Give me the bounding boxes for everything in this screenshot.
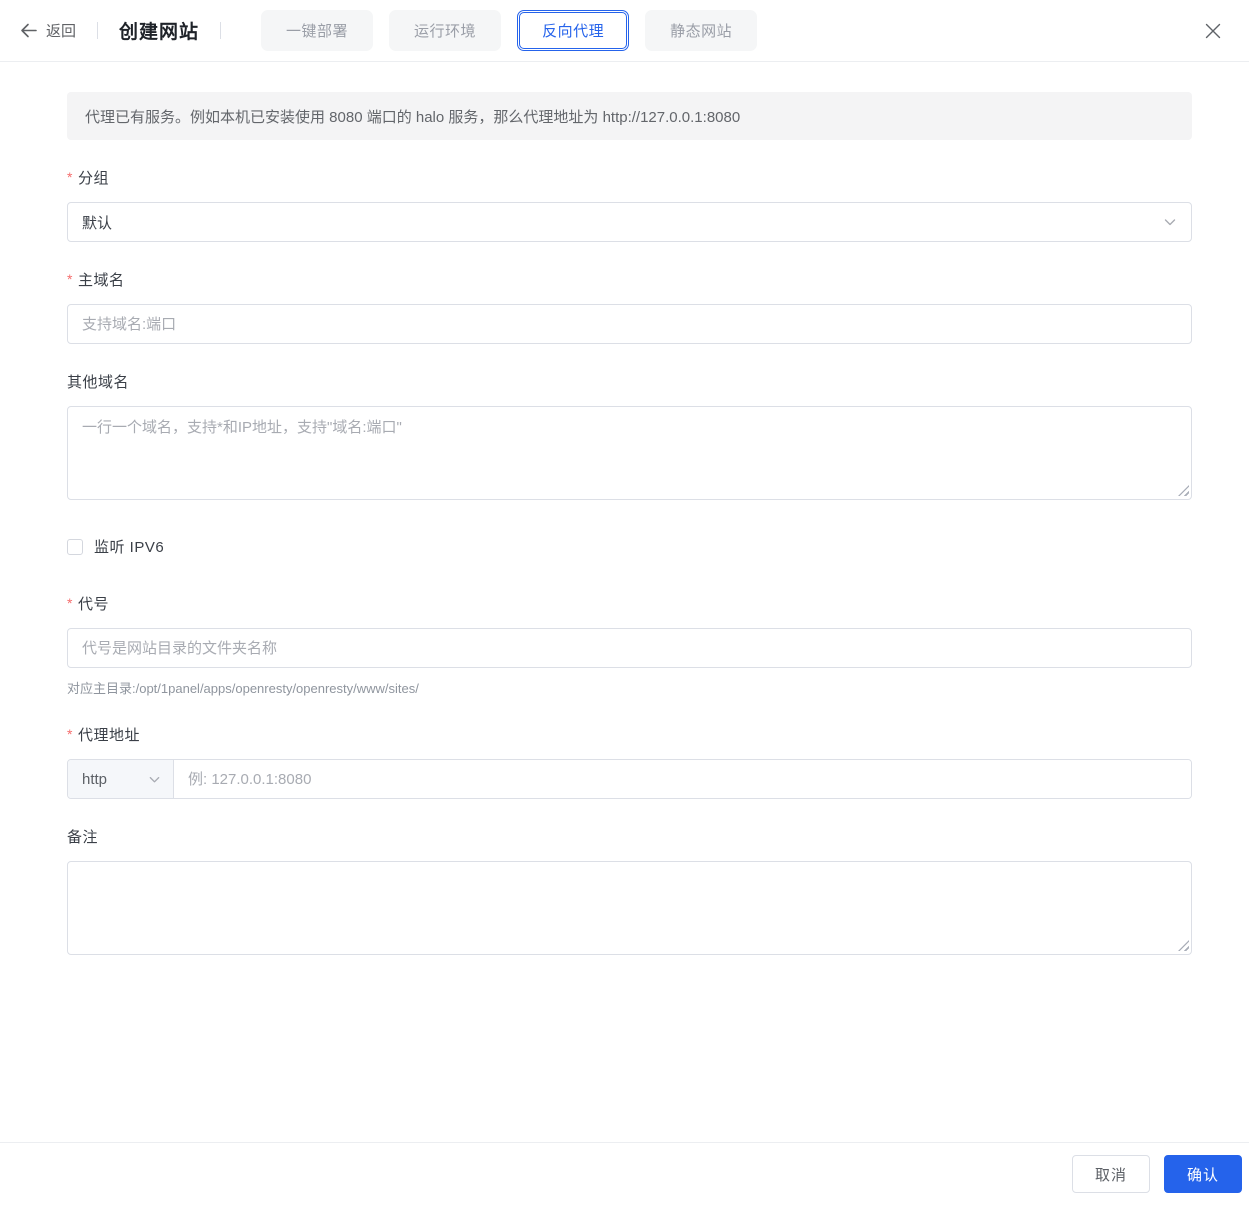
protocol-select-value: http bbox=[82, 770, 108, 788]
page-title: 创建网站 bbox=[119, 22, 200, 43]
field-remark: 备注 bbox=[67, 826, 1192, 955]
alias-label: * 代号 bbox=[67, 594, 109, 614]
header-divider bbox=[97, 22, 99, 39]
field-alias: * 代号 对应主目录:/opt/1panel/apps/openresty/op… bbox=[67, 593, 1192, 697]
field-primary-domain: * 主域名 bbox=[67, 269, 1192, 344]
header: 返回 创建网站 一键部署 运行环境 反向代理 静态网站 bbox=[0, 0, 1249, 62]
primary-domain-input[interactable] bbox=[82, 305, 1177, 343]
other-domains-control bbox=[67, 406, 1192, 500]
protocol-select[interactable]: http bbox=[68, 760, 174, 798]
required-asterisk: * bbox=[67, 270, 73, 287]
tab-one-click-deploy[interactable]: 一键部署 bbox=[261, 10, 374, 51]
proxy-address-label: * 代理地址 bbox=[67, 725, 140, 745]
cancel-button[interactable]: 取消 bbox=[1071, 1155, 1150, 1193]
proxy-address-control: http bbox=[67, 759, 1192, 799]
field-other-domains: 其他域名 bbox=[67, 371, 1192, 500]
close-icon[interactable] bbox=[1199, 17, 1227, 45]
remark-textarea[interactable] bbox=[67, 861, 1192, 955]
field-group: * 分组 默认 bbox=[67, 167, 1192, 242]
remark-label: 备注 bbox=[67, 829, 99, 846]
group-select-value: 默认 bbox=[82, 214, 113, 232]
create-website-form: 代理已有服务。例如本机已安装使用 8080 端口的 halo 服务，那么代理地址… bbox=[0, 62, 1249, 1142]
tab-static-website[interactable]: 静态网站 bbox=[645, 10, 758, 51]
chevron-down-icon bbox=[1163, 215, 1177, 229]
ipv6-checkbox[interactable] bbox=[67, 538, 83, 555]
ipv6-checkbox-label: 监听 IPV6 bbox=[94, 539, 165, 556]
header-divider bbox=[220, 22, 222, 39]
tab-reverse-proxy[interactable]: 反向代理 bbox=[517, 10, 630, 51]
create-mode-tabs: 一键部署 运行环境 反向代理 静态网站 bbox=[261, 10, 758, 51]
primary-domain-control bbox=[67, 304, 1192, 344]
back-button[interactable]: 返回 bbox=[20, 20, 76, 41]
confirm-button[interactable]: 确认 bbox=[1163, 1155, 1242, 1193]
required-asterisk: * bbox=[67, 725, 73, 742]
field-proxy-address: * 代理地址 http bbox=[67, 724, 1192, 799]
info-banner-text: 代理已有服务。例如本机已安装使用 8080 端口的 halo 服务，那么代理地址… bbox=[85, 108, 741, 126]
alias-control bbox=[67, 628, 1192, 668]
required-asterisk: * bbox=[67, 168, 73, 185]
alias-help-text: 对应主目录:/opt/1panel/apps/openresty/openres… bbox=[67, 681, 419, 696]
info-banner: 代理已有服务。例如本机已安装使用 8080 端口的 halo 服务，那么代理地址… bbox=[67, 92, 1192, 140]
back-label: 返回 bbox=[46, 23, 77, 40]
required-asterisk: * bbox=[67, 594, 73, 611]
arrow-left-icon bbox=[20, 23, 37, 38]
group-label: * 分组 bbox=[67, 168, 109, 188]
ipv6-checkbox-row[interactable]: 监听 IPV6 bbox=[67, 536, 164, 557]
chevron-down-icon bbox=[148, 773, 161, 786]
alias-input[interactable] bbox=[82, 629, 1177, 667]
footer: 取消 确认 bbox=[0, 1142, 1249, 1209]
tab-runtime-environment[interactable]: 运行环境 bbox=[389, 10, 502, 51]
group-select[interactable]: 默认 bbox=[67, 202, 1192, 242]
proxy-address-input[interactable] bbox=[174, 760, 1191, 798]
other-domains-textarea[interactable] bbox=[67, 406, 1192, 500]
other-domains-label: 其他域名 bbox=[67, 374, 130, 391]
primary-domain-label: * 主域名 bbox=[67, 270, 125, 290]
remark-control bbox=[67, 861, 1192, 955]
